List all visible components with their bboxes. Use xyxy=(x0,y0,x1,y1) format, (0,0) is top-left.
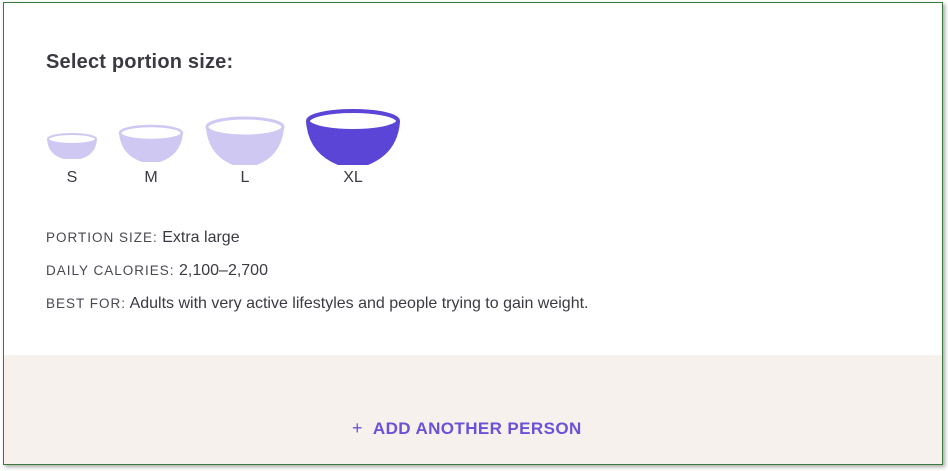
portion-option-label: M xyxy=(144,169,158,186)
footer-bar: + ADD ANOTHER PERSON xyxy=(4,355,942,464)
portion-option-label: XL xyxy=(343,169,363,186)
best-for-key: BEST FOR: xyxy=(46,296,127,311)
portion-size-info: PORTION SIZE: Extra large xyxy=(46,229,240,247)
bowl-icon-l xyxy=(205,116,285,165)
portion-option-label: S xyxy=(66,169,78,186)
portion-size-key: PORTION SIZE: xyxy=(46,230,158,245)
bowl-icon-m xyxy=(118,124,184,162)
portion-option-m[interactable]: M xyxy=(118,123,184,191)
section-title: Select portion size: xyxy=(46,51,234,73)
portion-card: Select portion size: S M L XL PORTION SI xyxy=(3,2,943,465)
daily-calories-value: 2,100–2,700 xyxy=(179,262,268,279)
daily-calories-key: DAILY CALORIES: xyxy=(46,263,175,278)
portion-option-l[interactable]: L xyxy=(205,115,285,191)
portion-size-value: Extra large xyxy=(162,229,240,246)
add-another-person-label: ADD ANOTHER PERSON xyxy=(372,419,582,438)
daily-calories-info: DAILY CALORIES: 2,100–2,700 xyxy=(46,262,268,280)
plus-icon: + xyxy=(352,418,363,438)
portion-option-xl[interactable]: XL xyxy=(305,107,401,191)
best-for-info: BEST FOR: Adults with very active lifest… xyxy=(46,295,588,313)
portion-option-s[interactable]: S xyxy=(46,131,98,191)
add-another-person-button[interactable]: + ADD ANOTHER PERSON xyxy=(352,418,582,439)
bowl-icon-s xyxy=(47,133,97,159)
best-for-value: Adults with very active lifestyles and p… xyxy=(129,295,589,312)
bowl-icon-xl xyxy=(306,109,400,165)
portion-option-label: L xyxy=(240,169,250,186)
